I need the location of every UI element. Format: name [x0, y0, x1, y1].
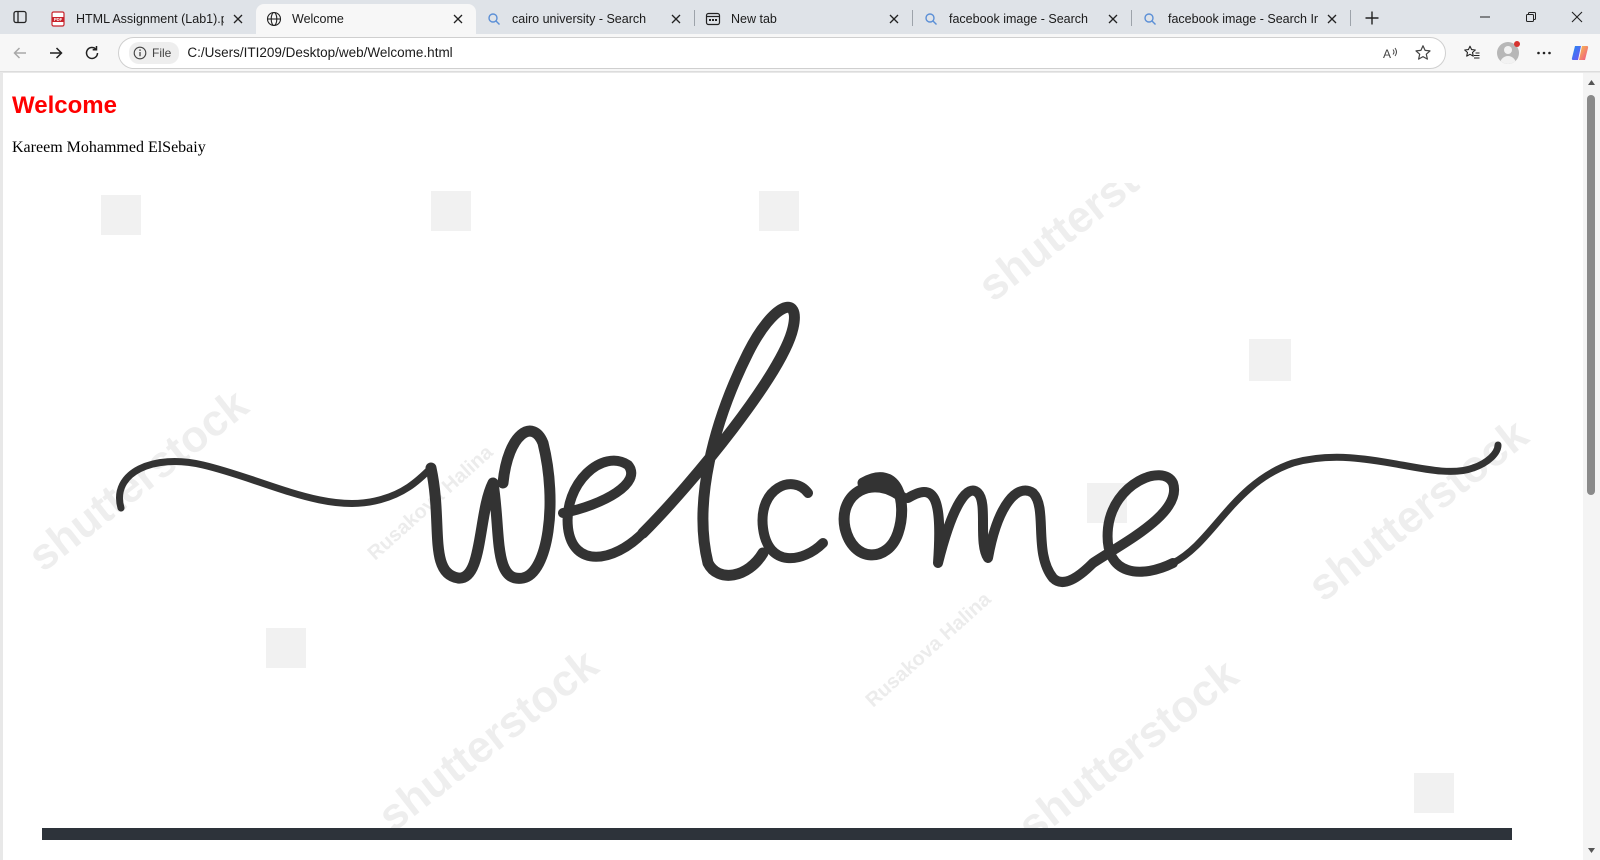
tab-actions-icon [13, 10, 27, 24]
minimize-button[interactable] [1462, 0, 1508, 34]
favorites-button[interactable] [1454, 38, 1490, 68]
back-arrow-icon [13, 46, 26, 59]
restore-icon [1526, 12, 1536, 22]
forward-arrow-icon [50, 46, 63, 59]
new-tab-button[interactable] [1355, 3, 1389, 33]
tab-title: cairo university - Search [512, 12, 647, 26]
read-aloud-icon: A [1383, 47, 1397, 61]
svg-text:shutterstock: shutterstock [19, 379, 258, 581]
minimize-icon [1480, 16, 1490, 18]
watermark-text: shutterstock shutterstock shutterstock s… [19, 183, 1538, 851]
page-viewport: Welcome Kareem Mohammed ElSebaiy shutter… [3, 73, 1583, 860]
scroll-up-icon[interactable] [1587, 79, 1596, 87]
welcome-script [116, 301, 1502, 587]
watermark-marks [101, 191, 1454, 813]
page-scrollbar[interactable] [1583, 73, 1600, 860]
tab-pdf[interactable]: PDF HTML Assignment (Lab1).pdf [40, 4, 256, 34]
scroll-thumb[interactable] [1587, 95, 1595, 495]
author-name: Kareem Mohammed ElSebaiy [12, 139, 206, 156]
forward-button[interactable] [38, 38, 74, 68]
refresh-button[interactable] [74, 38, 110, 68]
back-button[interactable] [2, 38, 38, 68]
close-icon[interactable] [1105, 11, 1121, 27]
page-heading: Welcome [12, 92, 117, 119]
site-info-chip[interactable]: File [129, 41, 180, 64]
notification-dot [1514, 40, 1520, 47]
more-dots-icon [1537, 51, 1551, 54]
tab-title: facebook image - Search [949, 12, 1088, 26]
read-aloud-button[interactable]: A [1375, 40, 1407, 66]
welcome-image: shutterstock shutterstock shutterstock s… [19, 183, 1538, 851]
search-icon [923, 11, 939, 27]
tab-strip: PDF HTML Assignment (Lab1).pdf Welcome c… [0, 0, 1600, 34]
close-icon[interactable] [886, 11, 902, 27]
restore-button[interactable] [1508, 0, 1554, 34]
tab-title: Welcome [292, 12, 344, 26]
favorites-list-icon [1464, 45, 1480, 59]
tab-title: New tab [731, 12, 777, 26]
tab-separator [1350, 10, 1351, 26]
svg-text:shutterstock: shutterstock [969, 183, 1208, 311]
star-icon [1415, 44, 1431, 60]
copilot-icon [1571, 45, 1589, 60]
pdf-icon: PDF [50, 11, 66, 27]
tab-facebook-images[interactable]: facebook image - Search Imag [1132, 4, 1350, 34]
tab-facebook-search[interactable]: facebook image - Search [913, 4, 1131, 34]
close-icon[interactable] [230, 11, 246, 27]
close-icon[interactable] [450, 11, 466, 27]
profile-button[interactable] [1490, 38, 1526, 68]
site-chip-label: File [152, 45, 172, 60]
copilot-button[interactable] [1562, 38, 1598, 68]
url-text[interactable]: C:/Users/ITI209/Desktop/web/Welcome.html [187, 45, 1375, 60]
settings-more-button[interactable] [1526, 38, 1562, 68]
tab-title: facebook image - Search Imag [1168, 12, 1318, 26]
plus-icon [1365, 11, 1379, 25]
scroll-down-icon[interactable] [1587, 846, 1596, 854]
svg-text:Rusakova Halina: Rusakova Halina [862, 588, 996, 712]
search-icon [1142, 11, 1158, 27]
globe-icon [266, 11, 282, 27]
close-icon[interactable] [1324, 11, 1340, 27]
tab-new-tab[interactable]: New tab [695, 4, 912, 34]
favorite-button[interactable] [1407, 40, 1439, 66]
toolbar-right [1454, 38, 1598, 68]
info-icon [133, 46, 147, 59]
close-icon[interactable] [668, 11, 684, 27]
search-icon [486, 11, 502, 27]
close-icon [1571, 11, 1583, 23]
browser-toolbar: File C:/Users/ITI209/Desktop/web/Welcome… [0, 34, 1600, 72]
tab-actions-button[interactable] [0, 0, 40, 34]
address-bar-actions: A [1375, 40, 1439, 66]
svg-text:PDF: PDF [54, 17, 63, 22]
svg-text:shutterstock: shutterstock [1299, 409, 1538, 611]
svg-text:shutterstock: shutterstock [1009, 649, 1248, 851]
tab-welcome[interactable]: Welcome [256, 4, 476, 34]
svg-text:A: A [1383, 47, 1391, 61]
bottom-dark-bar [42, 828, 1512, 840]
refresh-icon [85, 45, 99, 59]
address-bar[interactable]: File C:/Users/ITI209/Desktop/web/Welcome… [118, 36, 1446, 69]
svg-text:shutterstock: shutterstock [369, 639, 608, 841]
close-window-button[interactable] [1554, 0, 1600, 34]
tab-title: HTML Assignment (Lab1).pdf [76, 12, 224, 26]
tab-cairo-search[interactable]: cairo university - Search [476, 4, 694, 34]
window-controls [1462, 0, 1600, 34]
newtab-icon [705, 11, 721, 27]
